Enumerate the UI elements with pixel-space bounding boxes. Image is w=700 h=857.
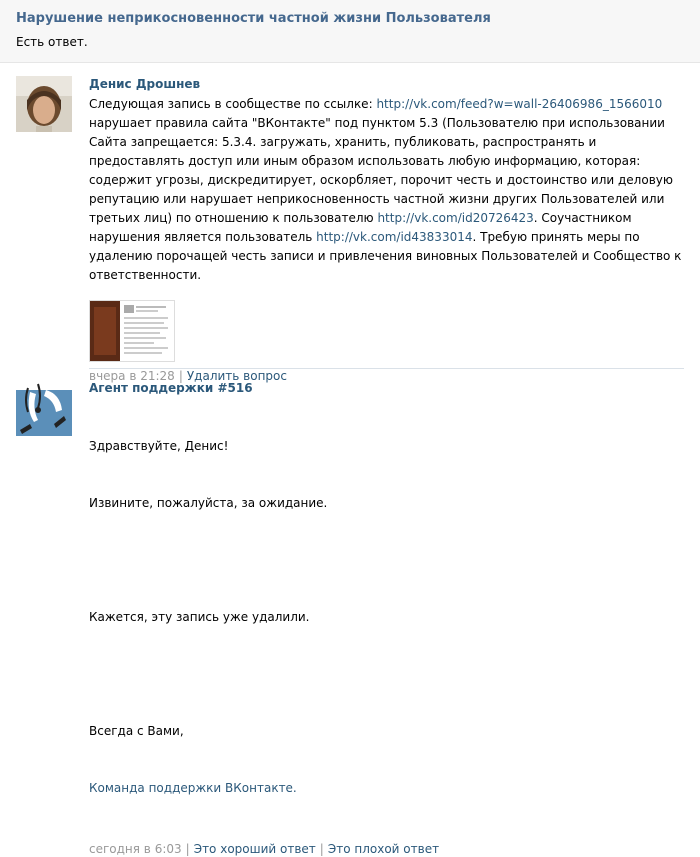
victim-profile-link[interactable]: http://vk.com/id20726423 (377, 211, 533, 225)
ticket-header: Нарушение неприкосновенности частной жиз… (0, 0, 700, 63)
meta-separator: | (185, 842, 190, 856)
user-avatar[interactable] (16, 76, 72, 132)
answer-author-link[interactable]: Агент поддержки #516 (89, 380, 689, 396)
answer-post: Агент поддержки #516 Здравствуйте, Денис… (16, 380, 684, 856)
answer-timestamp: сегодня в 6:03 (89, 842, 182, 856)
post-divider (89, 368, 684, 369)
answer-body: Агент поддержки #516 Здравствуйте, Денис… (89, 380, 689, 857)
answer-line: Всегда с Вами, (89, 724, 184, 738)
question-author-link[interactable]: Денис Дрошнев (89, 76, 689, 92)
answer-line: Кажется, эту запись уже удалили. (89, 610, 310, 624)
question-text-part: нарушает правила сайта "ВКонтакте" под п… (89, 116, 673, 225)
question-post: Денис Дрошнев Следующая запись в сообщес… (16, 76, 684, 383)
question-text-part: Следующая запись в сообществе по ссылке: (89, 97, 377, 111)
support-agent-avatar[interactable] (16, 380, 72, 436)
answer-line: Здравствуйте, Денис! (89, 439, 229, 453)
bad-answer-link[interactable]: Это плохой ответ (328, 842, 439, 856)
answer-text: Здравствуйте, Денис! Извините, пожалуйст… (89, 399, 689, 836)
screenshot-attachment[interactable] (89, 300, 175, 362)
support-team-link[interactable]: Команда поддержки ВКонтакте. (89, 781, 297, 795)
question-body: Денис Дрошнев Следующая запись в сообщес… (89, 76, 689, 384)
wall-post-link[interactable]: http://vk.com/feed?w=wall-26406986_15660… (376, 97, 662, 111)
answer-meta: сегодня в 6:03 | Это хороший ответ | Это пло… (89, 841, 689, 857)
question-text: Следующая запись в сообществе по ссылке:… (89, 95, 689, 285)
good-answer-link[interactable]: Это хороший ответ (194, 842, 316, 856)
meta-separator: | (319, 842, 324, 856)
accomplice-profile-link[interactable]: http://vk.com/id43833014 (316, 230, 472, 244)
ticket-status: Есть ответ. (16, 35, 88, 49)
ticket-title: Нарушение неприкосновенности частной жиз… (16, 11, 491, 26)
answer-line: Извините, пожалуйста, за ожидание. (89, 496, 328, 510)
